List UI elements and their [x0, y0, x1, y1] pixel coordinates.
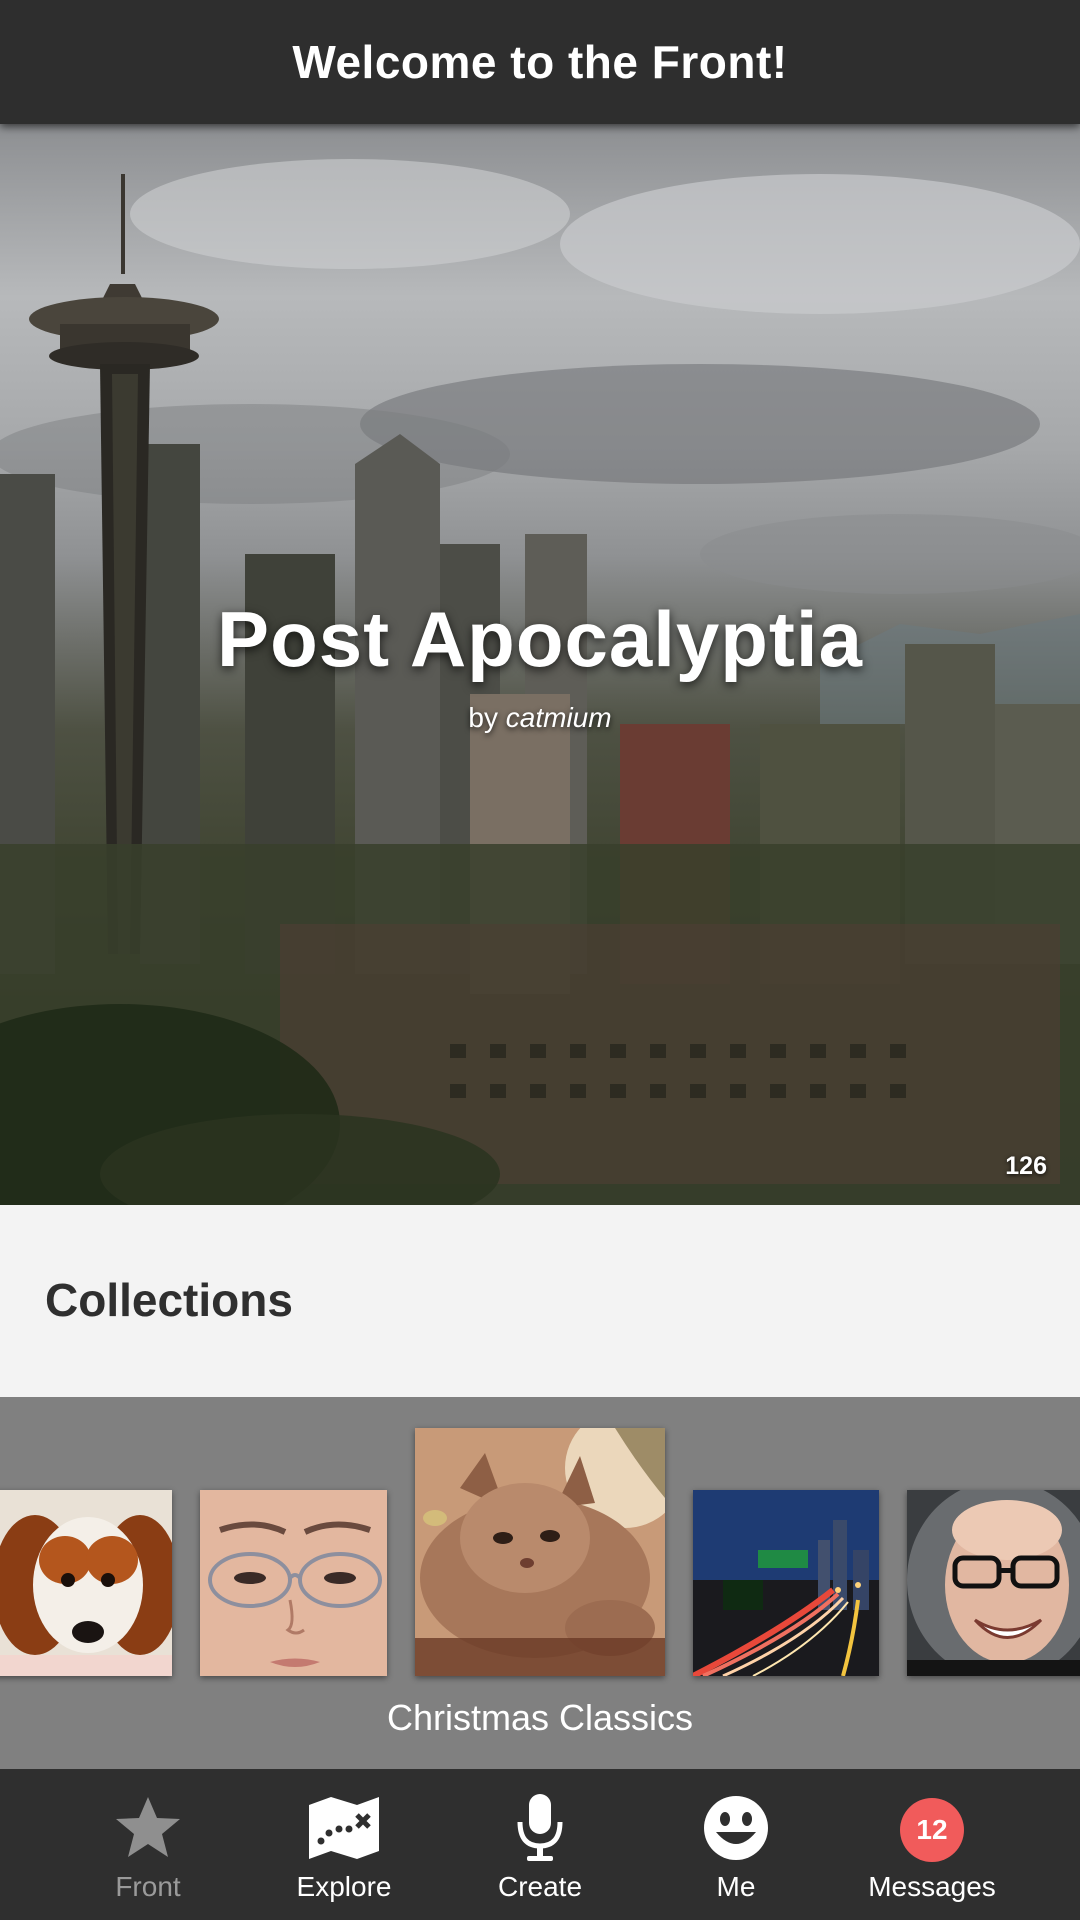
- featured-byline: by catmium: [0, 702, 1080, 734]
- nav-item-front[interactable]: Front: [50, 1769, 246, 1920]
- featured-title: Post Apocalyptia: [217, 595, 863, 683]
- featured-hero[interactable]: Post Apocalyptia by catmium 126: [0, 124, 1080, 1205]
- featured-count: 126: [1005, 1152, 1047, 1180]
- messages-badge-wrap: 12: [895, 1791, 969, 1865]
- byline-prefix: by: [468, 702, 498, 733]
- highway-image: [693, 1490, 879, 1676]
- collection-thumb-cat[interactable]: [415, 1428, 665, 1676]
- puppy-image: [0, 1490, 172, 1676]
- bottom-nav: Front Explore Create Me 12 Messages: [0, 1769, 1080, 1920]
- nav-label-front: Front: [115, 1871, 181, 1902]
- nav-label-me: Me: [716, 1871, 756, 1902]
- nav-item-create[interactable]: Create: [442, 1769, 638, 1920]
- man-image: [907, 1490, 1080, 1676]
- star-icon: [111, 1791, 185, 1865]
- header-title: Welcome to the Front!: [292, 36, 788, 88]
- face-image: [200, 1490, 387, 1676]
- collections-section: Collections: [0, 1205, 1080, 1397]
- nav-label-explore: Explore: [296, 1871, 392, 1902]
- collections-heading: Collections: [45, 1274, 293, 1326]
- collection-thumb-face[interactable]: [200, 1490, 387, 1676]
- collection-thumb-puppy[interactable]: [0, 1490, 172, 1676]
- collection-thumb-highway[interactable]: [693, 1490, 879, 1676]
- nav-item-explore[interactable]: Explore: [246, 1769, 442, 1920]
- nav-item-me[interactable]: Me: [638, 1769, 834, 1920]
- map-icon: [307, 1791, 381, 1865]
- nav-label-create: Create: [497, 1871, 583, 1902]
- microphone-icon: [503, 1791, 577, 1865]
- messages-count-badge: 12: [900, 1798, 964, 1862]
- collection-caption: Christmas Classics: [386, 1697, 694, 1738]
- smiley-icon: [699, 1791, 773, 1865]
- cat-image: [415, 1428, 665, 1676]
- page-header: Welcome to the Front!: [0, 0, 1080, 124]
- collection-thumb-man[interactable]: [907, 1490, 1080, 1676]
- nav-label-messages: Messages: [868, 1871, 996, 1902]
- nav-item-messages[interactable]: 12 Messages: [834, 1769, 1030, 1920]
- author-name[interactable]: catmium: [506, 702, 612, 733]
- collections-carousel[interactable]: Christmas Classics: [0, 1397, 1080, 1769]
